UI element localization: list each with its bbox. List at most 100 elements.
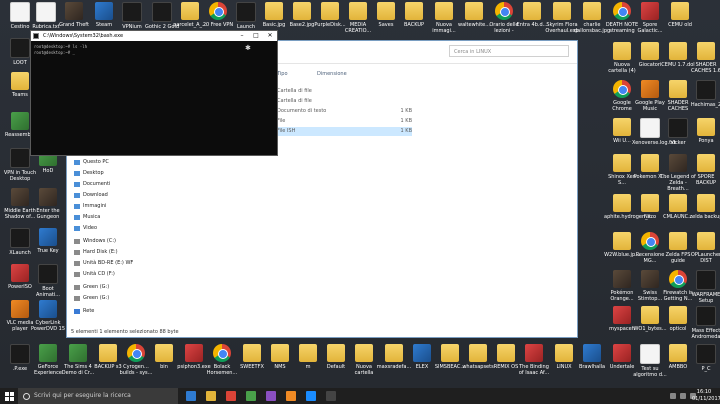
desktop-icon[interactable]: Hachimas_2: [688, 80, 720, 108]
drive-icon: [74, 239, 80, 244]
nav-item-label: Immagini: [83, 203, 107, 209]
close-button[interactable]: ✕: [263, 31, 277, 41]
desktop-icon-label: Enter the Gungeon: [36, 208, 60, 220]
nav-item[interactable]: Desktop: [67, 168, 157, 179]
blue-icon: [95, 2, 113, 20]
folder-icon: [181, 2, 199, 20]
nav-item[interactable]: Download: [67, 190, 157, 201]
desktop-icon[interactable]: OPLauncher DIST: [688, 232, 720, 264]
desktop-icon[interactable]: CEMU old: [662, 2, 698, 28]
minimize-button[interactable]: –: [235, 31, 249, 41]
file-type: Documento di testo: [277, 108, 327, 114]
desktop-icon-label: SWEETFX: [240, 364, 264, 370]
download-icon: [74, 193, 80, 198]
start-button[interactable]: [0, 388, 18, 404]
desktop-icon-label: WARFRAME Setup: [691, 292, 720, 304]
nav-item[interactable]: Hard Disk (E:): [67, 247, 157, 258]
nav-item[interactable]: Rete: [67, 306, 157, 317]
desktop-icon[interactable]: WARFRAME Setup: [688, 270, 720, 304]
taskbar-app-icon[interactable]: [206, 391, 216, 401]
file-row[interactable]: File ISH 1 KB: [277, 127, 412, 136]
column-headers: Tipo Dimensione: [277, 71, 573, 81]
terminal-output[interactable]: root@desktop:~# ls -lh root@desktop:~# _: [31, 41, 277, 59]
nav-item[interactable]: Green (G:): [67, 282, 157, 293]
nav-item[interactable]: Unità BD-RE (E:) WF: [67, 258, 157, 269]
desktop-icon-label: Nitro: [643, 214, 657, 220]
nav-item[interactable]: Questo PC: [67, 157, 157, 168]
nav-item[interactable]: Video: [67, 223, 157, 234]
taskbar-app-icon[interactable]: [266, 391, 276, 401]
desktop-icon-label: SHADER CACHES: [667, 100, 689, 112]
column-header-type[interactable]: Tipo: [277, 71, 288, 77]
file-type: File ISH: [277, 128, 296, 134]
desktop-icon-label: Brawlhalla: [578, 364, 606, 370]
taskbar-app-icon[interactable]: [226, 391, 236, 401]
desktop-icon-label: SPORE BACKUP: [695, 174, 717, 186]
desktop-icon-label: Base2.jpg: [289, 22, 315, 28]
column-header-size[interactable]: Dimensione: [317, 71, 347, 77]
nav-item[interactable]: Unità CD (F:): [67, 269, 157, 280]
desktop-icon-label: SHADER CACHES 1.6: [691, 62, 720, 74]
desktop-icon[interactable]: zelda backup: [688, 194, 720, 220]
folder-icon: [641, 306, 659, 324]
desktop-icon-label: REMIX OS: [493, 364, 519, 370]
desktop-icon[interactable]: P_C: [688, 344, 720, 372]
nav-item-label: Unità BD-RE (E:) WF: [83, 260, 134, 266]
desktop-icon[interactable]: Mass Effect Andromeda: [688, 306, 720, 340]
terminal-window[interactable]: C:\Windows\System32\bash.exe – □ ✕ root@…: [30, 30, 278, 156]
desktop-icon-label: Nuova cartella: [354, 364, 374, 376]
desktop-icon[interactable]: CyberLink PowerDVD 15: [30, 300, 66, 332]
desktop-icon[interactable]: SHADER CACHES 1.6: [688, 42, 720, 74]
green-icon: [11, 112, 29, 130]
desktop-icon[interactable]: Boot Animati...: [30, 264, 66, 298]
file-list: Tipo Dimensione Cartella di file Cartella…: [277, 63, 573, 327]
nav-item[interactable]: Windows (C:): [67, 236, 157, 247]
chrome-icon: [613, 2, 631, 20]
file-row[interactable]: File 1 KB: [277, 117, 412, 126]
search-icon: [23, 393, 30, 400]
network-icon[interactable]: [670, 393, 676, 399]
taskbar-app-icon[interactable]: [306, 391, 316, 401]
desktop-icon-label: PowerISO: [8, 284, 32, 290]
file-row[interactable]: Cartella di file: [277, 97, 412, 106]
file-row[interactable]: Cartella di file: [277, 87, 412, 96]
folder-icon: [11, 72, 29, 90]
desktop-icon-label: Saves: [378, 22, 394, 28]
file-size: 1 KB: [400, 118, 412, 124]
dark-icon: [696, 344, 716, 364]
taskbar-app-icon[interactable]: [246, 391, 256, 401]
nav-item[interactable]: Green (G:): [67, 293, 157, 304]
mouse-cursor-icon: ✱: [245, 44, 251, 52]
taskbar-app-icon[interactable]: [186, 391, 196, 401]
taskbar-search[interactable]: Scrivi qui per eseguire la ricerca: [18, 388, 178, 404]
folder-icon: [355, 344, 373, 362]
maximize-button[interactable]: □: [249, 31, 263, 41]
green-icon: [69, 344, 87, 362]
desktop-icon[interactable]: Enter the Gungeon: [30, 188, 66, 220]
game-icon: [669, 154, 687, 172]
red-icon: [185, 344, 203, 362]
file-row[interactable]: Documento di testo 1 KB: [277, 107, 412, 116]
nav-item[interactable]: Documenti: [67, 179, 157, 190]
doc-icon: [10, 2, 30, 22]
terminal-titlebar[interactable]: C:\Windows\System32\bash.exe – □ ✕: [31, 31, 277, 41]
desktop-icon[interactable]: True Key: [30, 228, 66, 254]
desktop-icon-label: NMS: [274, 364, 286, 370]
nav-item[interactable]: Musica: [67, 212, 157, 223]
taskbar-app-icon[interactable]: [286, 391, 296, 401]
desktop-icon-label: Zelda FPS guide: [665, 252, 691, 264]
desktop-icon[interactable]: SPORE BACKUP: [688, 154, 720, 186]
taskbar-app-icon[interactable]: [326, 391, 336, 401]
nav-item[interactable]: Immagini: [67, 201, 157, 212]
red-icon: [613, 306, 631, 324]
clock[interactable]: 16:10 01/11/2017: [692, 389, 720, 403]
folder-icon: [441, 344, 459, 362]
desktop-icon[interactable]: Ponya: [688, 118, 720, 144]
terminal-icon: [33, 33, 39, 39]
search-input[interactable]: Cerca in LINUX: [449, 45, 569, 57]
volume-icon[interactable]: [680, 393, 686, 399]
desktop-icon-label: Vicker: [670, 140, 686, 146]
dark-icon: [152, 2, 172, 22]
chrome-icon: [613, 80, 631, 98]
orange-icon: [11, 300, 29, 318]
